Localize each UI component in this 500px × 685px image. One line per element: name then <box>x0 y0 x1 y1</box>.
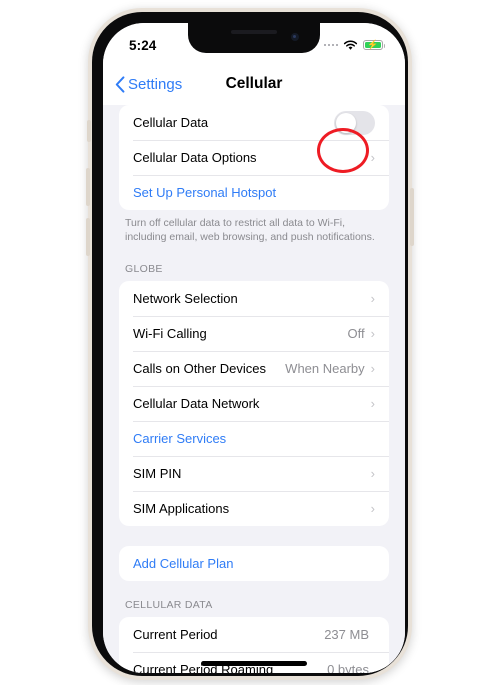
row-value: 237 MB <box>324 626 369 642</box>
back-button-label: Settings <box>128 75 183 93</box>
row-cellular-data-options[interactable]: Cellular Data Options › <box>119 140 389 175</box>
row-sim-pin[interactable]: SIM PIN › <box>119 455 389 491</box>
status-time: 5:24 <box>129 37 157 53</box>
row-label: SIM Applications <box>133 500 230 516</box>
row-add-cellular-plan[interactable]: Add Cellular Plan <box>119 546 389 581</box>
row-label: Wi-Fi Calling <box>133 325 207 341</box>
signal-dots-icon <box>323 43 338 47</box>
volume-up-button[interactable] <box>86 168 90 206</box>
front-camera-icon <box>291 33 299 41</box>
chevron-right-icon: › <box>370 325 375 341</box>
settings-list[interactable]: Cellular Data Cellular Data Options › Se… <box>103 105 405 673</box>
cellular-data-toggle[interactable] <box>334 110 375 135</box>
chevron-right-icon: › <box>370 500 375 516</box>
row-value: Off <box>347 325 365 341</box>
nav-bar: Settings Cellular <box>103 63 405 105</box>
power-button[interactable] <box>410 188 414 246</box>
battery-charging-icon: ⚡ <box>363 39 385 51</box>
row-label: Carrier Services <box>133 430 227 446</box>
chevron-right-icon: › <box>370 395 375 411</box>
chevron-right-icon: › <box>370 290 375 306</box>
row-value: 0 bytes <box>327 661 369 673</box>
row-label: Cellular Data Options <box>133 150 257 165</box>
row-calls-on-other-devices[interactable]: Calls on Other Devices When Nearby › <box>119 350 389 386</box>
row-wifi-calling[interactable]: Wi-Fi Calling Off › <box>119 315 389 351</box>
chevron-left-icon <box>115 75 125 93</box>
chevron-right-icon: › <box>370 465 375 481</box>
row-cellular-data-network[interactable]: Cellular Data Network › <box>119 385 389 421</box>
row-label: Cellular Data <box>133 115 209 130</box>
row-network-selection[interactable]: Network Selection › <box>119 281 389 316</box>
row-label: Calls on Other Devices <box>133 360 266 376</box>
row-label: SIM PIN <box>133 465 182 481</box>
row-label: Current Period <box>133 626 218 642</box>
row-label: Cellular Data Network <box>133 395 260 411</box>
mute-switch[interactable] <box>87 120 91 142</box>
primary-settings-card: Cellular Data Cellular Data Options › Se… <box>119 105 389 210</box>
row-current-period[interactable]: Current Period 237 MB <box>119 617 389 652</box>
chevron-right-icon: › <box>370 360 375 376</box>
volume-down-button[interactable] <box>86 218 90 256</box>
globe-settings-card: Network Selection › Wi-Fi Calling Off › … <box>119 280 389 526</box>
home-indicator[interactable] <box>201 661 307 666</box>
row-cellular-data[interactable]: Cellular Data <box>119 105 389 140</box>
chevron-right-icon: › <box>370 150 375 165</box>
phone-frame: 5:24 ⚡ Settings Cellular Cellular Data C… <box>86 8 414 680</box>
status-icons: ⚡ <box>323 39 385 51</box>
row-set-up-personal-hotspot[interactable]: Set Up Personal Hotspot <box>119 175 389 210</box>
phone-screen: 5:24 ⚡ Settings Cellular Cellular Data C… <box>103 23 405 673</box>
cellular-data-footnote: Turn off cellular data to restrict all d… <box>125 217 375 243</box>
row-value: When Nearby <box>285 360 365 376</box>
add-plan-card: Add Cellular Plan <box>119 545 389 581</box>
back-button-settings[interactable]: Settings <box>103 76 182 93</box>
row-carrier-services[interactable]: Carrier Services <box>119 420 389 456</box>
toggle-knob <box>336 112 356 133</box>
notch <box>188 23 320 53</box>
row-label: Set Up Personal Hotspot <box>133 185 277 200</box>
row-label: Network Selection <box>133 290 238 306</box>
wifi-icon <box>343 40 358 50</box>
phone-bezel: 5:24 ⚡ Settings Cellular Cellular Data C… <box>92 12 408 676</box>
earpiece-speaker-icon <box>231 30 277 34</box>
section-header-cellular-data: CELLULAR DATA <box>125 598 213 611</box>
row-label: Add Cellular Plan <box>133 555 234 571</box>
row-sim-applications[interactable]: SIM Applications › <box>119 490 389 526</box>
section-header-globe: GLOBE <box>125 262 163 275</box>
